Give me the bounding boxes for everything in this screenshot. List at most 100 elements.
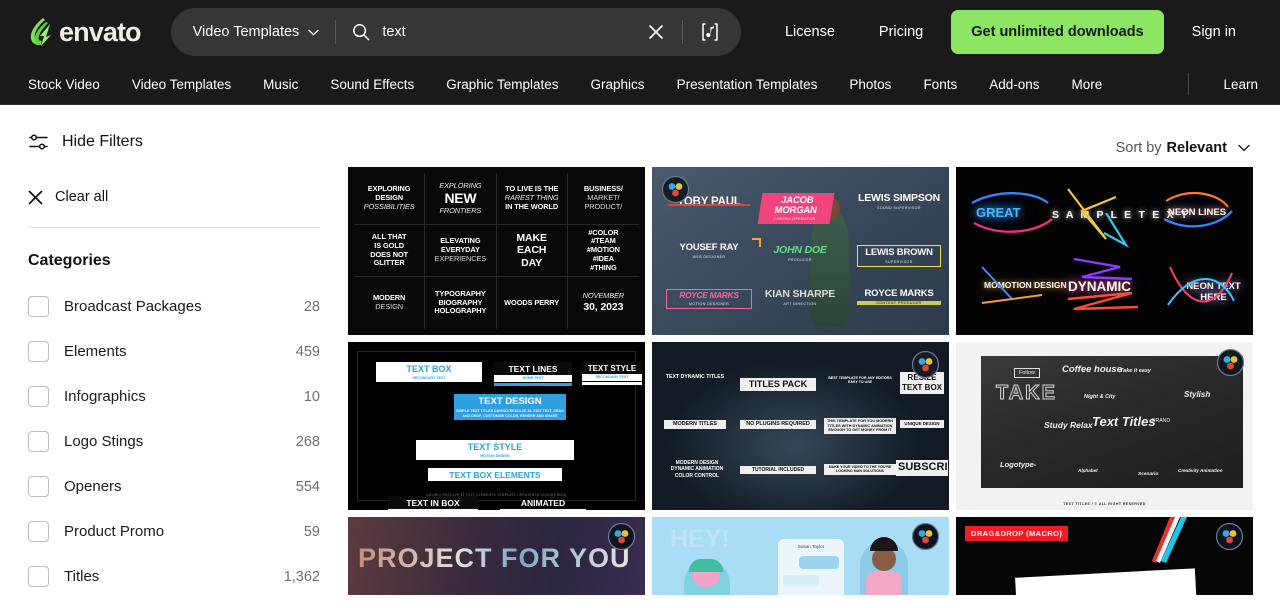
result-card-titles-pack-city[interactable]: TEXT DYNAMIC TITLES TITLES PACK BEST TEMPL… — [652, 342, 949, 510]
name-title-text: ROYCE MARKS — [864, 288, 934, 299]
facet-checkbox[interactable] — [28, 476, 49, 497]
text-box-subtitle: SECONDARY TEXT — [388, 509, 478, 510]
name-title: ROYCE MARKS CONTENT PRODUCER — [857, 289, 941, 305]
card-footer-text: DAVINCI RESOLVE 17 TEXT ELEMENTS TEMPLAT… — [426, 493, 567, 497]
name-title: KIAN SHARPE ART DIRECTION — [760, 289, 840, 306]
text-box-subtitle: SIMPLE TEXT TITLES DAVINCI RESOLVE 15. E… — [454, 408, 566, 421]
text-box-element: TEXT STYLE MOTION DESIGN — [416, 440, 574, 461]
handwriting-title: Text Titles — [1092, 414, 1156, 429]
typography-line: NOVEMBER — [582, 291, 625, 301]
nav-item-learn[interactable]: Learn — [1189, 77, 1258, 92]
text-box-subtitle: SECONDARY TEXT — [376, 375, 482, 383]
nav-item-photos[interactable]: Photos — [833, 77, 907, 92]
nav-item-presentation-templates[interactable]: Presentation Templates — [661, 77, 834, 92]
city-title-label: MODERN TITLES — [664, 420, 726, 429]
text-box-title: TEXT IN BOX — [388, 496, 478, 509]
davinci-resolve-badge — [1216, 523, 1243, 550]
typography-line: POSSIBILITIES — [363, 201, 415, 211]
chevron-down-icon — [1227, 144, 1250, 152]
name-title-subtext: MOTION DESIGNER — [688, 302, 730, 307]
result-card-neon-text[interactable]: GREAT S A M P L E T E X T NEON LINES MOMOTI… — [956, 167, 1253, 335]
pricing-link[interactable]: Pricing — [857, 24, 945, 40]
logo-wordmark: envato — [59, 16, 142, 47]
nav-item-fonts[interactable]: Fonts — [907, 77, 973, 92]
facet-count: 268 — [295, 433, 320, 450]
result-card-hey-chat[interactable]: HEY! Susan Taylor — [652, 517, 949, 595]
facet-count: 28 — [303, 298, 320, 315]
facet-checkbox[interactable] — [28, 341, 49, 362]
davinci-resolve-badge — [608, 523, 635, 550]
text-box-element: TEXT LINES SOME TEXT — [494, 362, 572, 387]
facet-row-titles[interactable]: Titles 1,362 — [28, 554, 320, 599]
handwriting-title: Coffee house — [1062, 364, 1123, 375]
hey-text: HEY! — [670, 525, 730, 553]
hide-filters-button[interactable]: Hide Filters — [28, 133, 320, 151]
result-card-typography-pack[interactable]: EXPLORING DESIGN POSSIBILITIES EXPLORING NEW… — [348, 167, 645, 335]
result-card-blue-text-boxes[interactable]: TEXT BOX SECONDARY TEXT TEXT LINES SOME TEX… — [348, 342, 645, 510]
facet-label: Broadcast Packages — [64, 298, 202, 315]
city-title-label: TEXT DYNAMIC TITLES — [665, 374, 725, 380]
davinci-resolve-badge — [1217, 349, 1244, 376]
typography-line: IN THE WORLD — [505, 201, 559, 211]
facet-row-openers[interactable]: Openers 554 — [28, 464, 320, 509]
davinci-resolve-badge — [662, 176, 689, 203]
get-unlimited-downloads-button[interactable]: Get unlimited downloads — [951, 10, 1164, 54]
facet-checkbox[interactable] — [28, 566, 49, 587]
facet-checkbox[interactable] — [28, 296, 49, 317]
envato-logo[interactable]: envato — [28, 16, 142, 47]
nav-item-graphic-templates[interactable]: Graphic Templates — [430, 77, 574, 92]
facet-label: Product Promo — [64, 523, 165, 540]
facet-row-infographics[interactable]: Infographics 10 — [28, 374, 320, 419]
audio-search-icon[interactable] — [699, 21, 735, 43]
license-link[interactable]: License — [763, 24, 857, 40]
facet-row-broadcast-packages[interactable]: Broadcast Packages 28 — [28, 284, 320, 329]
result-card-name-titles[interactable]: TOBY PAUL JACOB MORGAN CAMERA OPERATOR LEWI… — [652, 167, 949, 335]
result-card-handwriting-titles[interactable]: Follow Coffee house Take it easy Stylish TAK… — [956, 342, 1253, 510]
nav-item-add-ons[interactable]: Add-ons — [973, 77, 1055, 92]
name-title-text: JACOB MORGAN — [773, 195, 818, 216]
facet-checkbox[interactable] — [28, 431, 49, 452]
name-title-subtext: SUPERVISOR — [885, 259, 913, 264]
card-inner-frame: TEXT BOX SECONDARY TEXT TEXT LINES SOME TEX… — [357, 351, 642, 510]
city-title-label: TITLES PACK — [740, 378, 816, 392]
nav-item-music[interactable]: Music — [247, 77, 314, 92]
name-title-subtext: WEB DESIGNER — [692, 254, 726, 259]
text-box-title: TEXT LINES — [494, 362, 572, 375]
typography-cell: EXPLORING DESIGN POSSIBILITIES — [354, 173, 426, 225]
sort-by-control[interactable]: Sort by Relevant — [1116, 140, 1250, 156]
sidebar-divider — [28, 227, 320, 228]
facet-row-logo-stings[interactable]: Logo Stings 268 — [28, 419, 320, 464]
search-bar[interactable]: Video Templates — [170, 8, 741, 56]
facet-count: 554 — [295, 478, 320, 495]
facet-checkbox[interactable] — [28, 386, 49, 407]
handwriting-title: Scenario — [1138, 472, 1159, 477]
search-input[interactable] — [382, 24, 646, 40]
nav-item-graphics[interactable]: Graphics — [575, 77, 661, 92]
facet-count: 59 — [303, 523, 320, 540]
results-panel: Sort by Relevant EXPLORING DESIGN POSSIBIL… — [348, 105, 1280, 608]
clear-all-button[interactable]: Clear all — [28, 189, 320, 205]
sign-in-link[interactable]: Sign in — [1170, 24, 1258, 40]
facet-checkbox[interactable] — [28, 521, 49, 542]
nav-item-video-templates[interactable]: Video Templates — [116, 77, 247, 92]
close-icon[interactable] — [646, 22, 666, 42]
facet-row-product-promo[interactable]: Product Promo 59 — [28, 509, 320, 554]
nav-item-more[interactable]: More — [1056, 77, 1119, 92]
neon-swoosh-decoration — [971, 188, 1235, 311]
name-title: YOUSEF RAY WEB DESIGNER — [666, 238, 761, 259]
city-title-label: THIS TEMPLATE FOR YOU MODERN TITLES WITH… — [824, 418, 896, 435]
page-body: Hide Filters Clear all Categories Broadc… — [0, 105, 1280, 608]
facet-row-elements[interactable]: Elements 459 — [28, 329, 320, 374]
text-box-subtitle: TEXT ELEMENTS — [500, 509, 586, 510]
search-category-select[interactable]: Video Templates — [193, 24, 320, 40]
facet-count: 10 — [303, 388, 320, 405]
name-title-subtext: ART DIRECTION — [783, 301, 817, 306]
nav-item-sound-effects[interactable]: Sound Effects — [314, 77, 430, 92]
text-box-element: TEXT BOX SECONDARY TEXT — [376, 362, 482, 383]
name-title-subtext: CAMERA OPERATOR — [772, 217, 816, 222]
typography-line: EACH — [516, 244, 547, 257]
sort-bar: Sort by Relevant — [348, 105, 1280, 167]
nav-item-stock-video[interactable]: Stock Video — [28, 77, 116, 92]
result-card-dragdrop-macro[interactable]: DRAG&DROP (MACRO) — [956, 517, 1253, 595]
result-card-project-for-you[interactable]: PROJECT FOR YOU — [348, 517, 645, 595]
